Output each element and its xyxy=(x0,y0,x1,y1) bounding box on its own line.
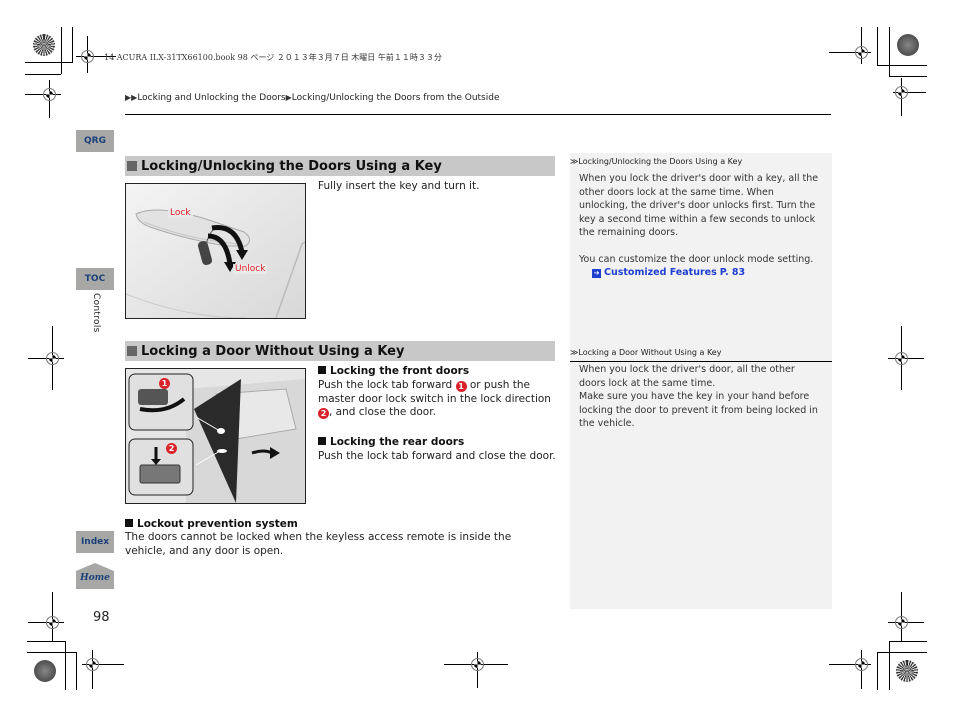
rear-doors-block: Locking the rear doors Push the lock tab… xyxy=(318,436,558,464)
registration-mark-icon xyxy=(471,658,484,671)
door-lock-tab-illustration: 1 2 xyxy=(125,368,306,504)
breadcrumb-current: Locking/Unlocking the Doors from the Out… xyxy=(291,93,500,103)
section-square-icon xyxy=(127,161,137,171)
lockout-heading: Lockout prevention system xyxy=(125,518,555,530)
bullet-square-icon xyxy=(318,437,326,445)
header-rule xyxy=(125,114,831,115)
registration-mark-icon xyxy=(895,616,908,629)
callout-1-icon: 1 xyxy=(159,378,170,389)
arrow-link-icon: ➔ xyxy=(592,269,601,278)
door-handle-key-icon xyxy=(126,184,305,318)
registration-mark-icon xyxy=(895,86,908,99)
callout-2-icon: 2 xyxy=(166,443,177,454)
lockout-block: Lockout prevention system The doors cann… xyxy=(125,518,555,558)
qrg-tab[interactable]: QRG xyxy=(76,130,114,152)
key-lock-illustration: Lock Unlock xyxy=(125,183,306,319)
registration-mark-icon xyxy=(46,352,59,365)
open-door-icon xyxy=(126,369,305,503)
section-title: Locking a Door Without Using a Key xyxy=(141,343,405,359)
key-instruction: Fully insert the key and turn it. xyxy=(318,180,480,192)
front-doors-heading: Locking the front doors xyxy=(318,365,558,377)
unlock-label: Unlock xyxy=(233,264,268,274)
breadcrumb: ▶▶Locking and Unlocking the Doors▶Lockin… xyxy=(125,93,500,103)
chapter-label: Controls xyxy=(91,293,101,333)
color-target-icon xyxy=(34,660,56,682)
registration-mark-icon xyxy=(86,658,99,671)
registration-mark-icon xyxy=(81,50,94,63)
registration-mark-icon xyxy=(855,658,868,671)
note-title-without-key: ≫Locking a Door Without Using a Key xyxy=(570,348,722,357)
callout-1-icon: 1 xyxy=(455,381,467,392)
section-title: Locking/Unlocking the Doors Using a Key xyxy=(141,158,442,174)
registration-mark-icon xyxy=(46,616,59,629)
front-doors-block: Locking the front doors Push the lock ta… xyxy=(318,365,558,420)
print-file-header: 14 ACURA ILX-31TX66100.book 98 ページ ２０１３年… xyxy=(104,53,442,62)
customized-features-link[interactable]: ➔ Customized Features P. 83 xyxy=(592,266,745,280)
bullet-square-icon xyxy=(318,366,326,374)
lock-label: Lock xyxy=(168,208,193,218)
registration-mark-icon xyxy=(895,352,908,365)
breadcrumb-link-doors[interactable]: Locking and Unlocking the Doors xyxy=(137,93,285,103)
note-without-key-paragraph-1: When you lock the driver's door, all the… xyxy=(579,364,795,389)
lockout-text: The doors cannot be locked when the keyl… xyxy=(125,531,512,557)
front-doors-text: Push the lock tab forward 1 or push the … xyxy=(318,379,551,419)
page-number: 98 xyxy=(93,610,110,625)
callout-2-icon: 2 xyxy=(318,408,329,419)
color-target-icon xyxy=(33,34,55,56)
link-page[interactable]: P. 83 xyxy=(720,267,745,278)
index-tab[interactable]: Index xyxy=(76,531,114,553)
section-header-key: Locking/Unlocking the Doors Using a Key xyxy=(125,156,555,176)
breadcrumb-arrows-icon: ▶▶ xyxy=(125,93,138,102)
registration-mark-icon xyxy=(855,46,868,59)
note-title-key: ≫Locking/Unlocking the Doors Using a Key xyxy=(570,157,743,166)
color-target-icon xyxy=(896,660,918,682)
note-key-paragraph-2: You can customize the door unlock mode s… xyxy=(579,254,814,265)
color-target-icon xyxy=(897,34,919,56)
rear-doors-text: Push the lock tab forward and close the … xyxy=(318,450,556,462)
rear-doors-heading: Locking the rear doors xyxy=(318,436,558,448)
toc-tab[interactable]: TOC xyxy=(76,268,114,290)
note-key-paragraph-1: When you lock the driver's door with a k… xyxy=(579,173,819,238)
registration-mark-icon xyxy=(43,88,56,101)
section-header-without-key: Locking a Door Without Using a Key xyxy=(125,341,555,361)
note-without-key-paragraph-2: Make sure you have the key in your hand … xyxy=(579,391,818,429)
section-square-icon xyxy=(127,346,137,356)
home-tab[interactable]: Home xyxy=(76,563,114,589)
note-rule xyxy=(570,361,832,362)
bullet-square-icon xyxy=(125,519,133,527)
home-label: Home xyxy=(80,573,110,583)
